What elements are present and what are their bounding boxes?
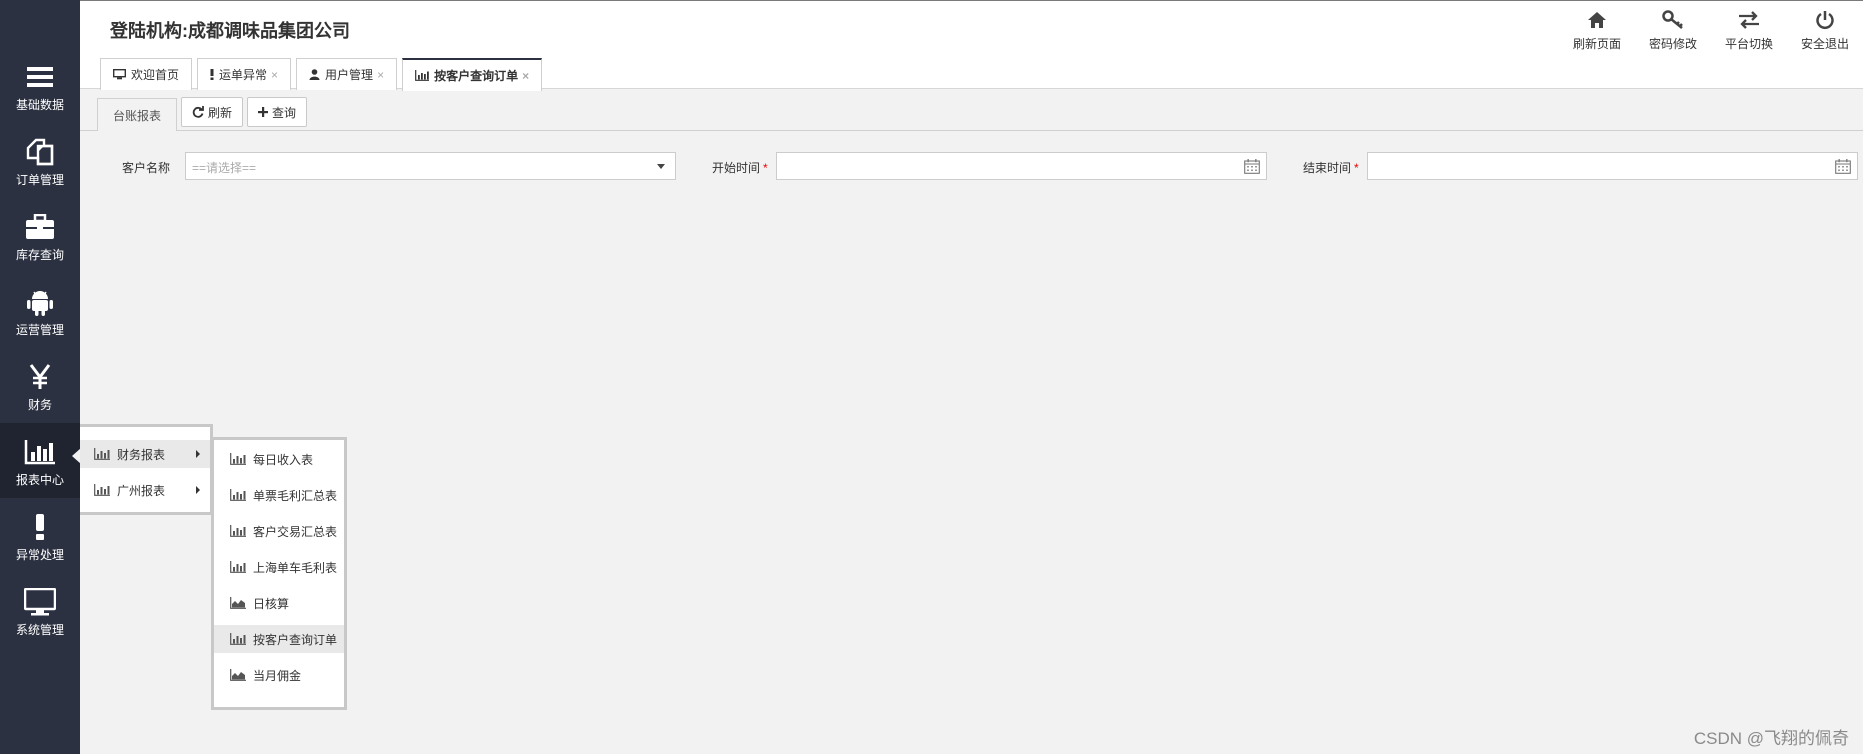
sidebar-item-inventory[interactable]: 库存查询 xyxy=(0,198,80,273)
bar-chart-icon xyxy=(94,484,110,496)
user-icon xyxy=(309,69,320,80)
sidebar-item-order-management[interactable]: 订单管理 xyxy=(0,123,80,198)
exclamation-icon xyxy=(0,512,80,542)
customer-select-placeholder: ==请选择== xyxy=(192,161,257,175)
header: 登陆机构:成都调味品集团公司 刷新页面 密码修改 平台切换 安全退出 欢迎首页 … xyxy=(80,0,1863,91)
bar-chart-icon xyxy=(0,437,80,467)
sidebar-item-operations[interactable]: 运营管理 xyxy=(0,273,80,348)
tab-user-management[interactable]: 用户管理 × xyxy=(296,58,398,90)
tab-ledger-report[interactable]: 台账报表 xyxy=(97,98,177,131)
close-icon[interactable]: × xyxy=(377,68,384,82)
menu-item-finance-report[interactable]: 财务报表 xyxy=(80,440,210,468)
bar-chart-icon xyxy=(230,489,246,501)
briefcase-icon xyxy=(0,212,80,242)
yen-icon xyxy=(0,362,80,392)
sidebar-item-label: 报表中心 xyxy=(15,473,64,487)
bar-chart-icon xyxy=(415,70,430,81)
refresh-icon xyxy=(192,106,204,118)
area-chart-icon xyxy=(230,669,246,681)
sidebar-item-exceptions[interactable]: 异常处理 xyxy=(0,498,80,573)
menu-item-guangzhou-report[interactable]: 广州报表 xyxy=(80,476,210,504)
report-submenu: 财务报表 广州报表 xyxy=(80,424,213,515)
bar-chart-icon xyxy=(94,448,110,460)
sidebar-item-report-center[interactable]: 报表中心 xyxy=(0,423,80,498)
top-actions: 刷新页面 密码修改 平台切换 安全退出 xyxy=(1559,9,1863,52)
menu-item-daily-accounting[interactable]: 日核算 xyxy=(214,589,344,617)
refresh-button[interactable]: 刷新 xyxy=(181,97,244,127)
key-icon xyxy=(1635,9,1711,31)
content-toolbar: 台账报表 刷新 查询 xyxy=(80,89,1863,131)
required-mark: * xyxy=(763,161,768,175)
start-time-input[interactable] xyxy=(776,152,1267,180)
refresh-page-button[interactable]: 刷新页面 xyxy=(1559,9,1635,52)
home-icon xyxy=(1559,9,1635,31)
power-icon xyxy=(1787,9,1863,31)
menu-item-daily-income[interactable]: 每日收入表 xyxy=(214,445,344,473)
sidebar-item-system[interactable]: 系统管理 xyxy=(0,573,80,648)
android-icon xyxy=(0,287,80,317)
monitor-icon xyxy=(113,69,126,80)
sidebar-item-label: 运营管理 xyxy=(15,323,64,337)
monitor-icon xyxy=(0,587,80,617)
sidebar-item-label: 财务 xyxy=(27,398,52,412)
chevron-right-icon xyxy=(196,450,200,458)
end-time-input[interactable] xyxy=(1367,152,1858,180)
start-time-label: 开始时间 * xyxy=(712,161,768,175)
sidebar-item-basic-data[interactable]: 基础数据 xyxy=(0,48,80,123)
menu-item-customer-transaction-summary[interactable]: 客户交易汇总表 xyxy=(214,517,344,545)
sidebar: 基础数据 订单管理 库存查询 运营管理 财务 报表中心 异常处理 系统管理 xyxy=(0,0,80,754)
sidebar-item-label: 基础数据 xyxy=(15,98,64,112)
sidebar-item-finance[interactable]: 财务 xyxy=(0,348,80,423)
sidebar-item-label: 订单管理 xyxy=(15,173,64,187)
customer-name-label: 客户名称 xyxy=(122,161,171,175)
exclamation-icon xyxy=(210,69,214,80)
tab-welcome[interactable]: 欢迎首页 xyxy=(100,58,193,90)
switch-icon xyxy=(1711,9,1787,31)
calendar-icon[interactable] xyxy=(1835,159,1851,177)
end-time-label: 结束时间 * xyxy=(1303,161,1359,175)
finance-report-submenu: 每日收入表 单票毛利汇总表 客户交易汇总表 上海单车毛利表 日核算 按客户查询订… xyxy=(211,437,347,710)
plus-icon xyxy=(258,107,268,117)
bar-chart-icon xyxy=(230,453,246,465)
close-icon[interactable]: × xyxy=(522,69,529,83)
area-chart-icon xyxy=(230,597,246,609)
copy-icon xyxy=(0,137,80,167)
page-title: 登陆机构:成都调味品集团公司 xyxy=(110,21,350,41)
bar-chart-icon xyxy=(230,561,246,573)
change-password-button[interactable]: 密码修改 xyxy=(1635,9,1711,52)
required-mark: * xyxy=(1354,161,1359,175)
query-button[interactable]: 查询 xyxy=(247,97,308,127)
menu-item-gross-profit-summary[interactable]: 单票毛利汇总表 xyxy=(214,481,344,509)
sidebar-item-label: 库存查询 xyxy=(15,248,64,262)
chevron-down-icon xyxy=(657,164,665,169)
close-icon[interactable]: × xyxy=(271,68,278,82)
menu-icon xyxy=(0,62,80,92)
sidebar-item-label: 系统管理 xyxy=(15,623,64,637)
menu-item-shanghai-vehicle-profit[interactable]: 上海单车毛利表 xyxy=(214,553,344,581)
bar-chart-icon xyxy=(230,525,246,537)
bar-chart-icon xyxy=(230,633,246,645)
menu-item-customer-order-query[interactable]: 按客户查询订单 xyxy=(214,625,344,653)
sidebar-item-label: 异常处理 xyxy=(15,548,64,562)
tab-customer-order-query[interactable]: 按客户查询订单 × xyxy=(402,58,543,91)
calendar-icon[interactable] xyxy=(1244,159,1260,177)
switch-platform-button[interactable]: 平台切换 xyxy=(1711,9,1787,52)
tab-waybill-exception[interactable]: 运单异常 × xyxy=(197,58,292,90)
watermark: CSDN @飞翔的佩奇 xyxy=(1693,729,1849,748)
logout-button[interactable]: 安全退出 xyxy=(1787,9,1863,52)
chevron-right-icon xyxy=(196,486,200,494)
menu-item-monthly-commission[interactable]: 当月佣金 xyxy=(214,661,344,689)
customer-select[interactable]: ==请选择== xyxy=(185,152,676,180)
tab-bar: 欢迎首页 运单异常 × 用户管理 × 按客户查询订单 × xyxy=(100,58,547,91)
